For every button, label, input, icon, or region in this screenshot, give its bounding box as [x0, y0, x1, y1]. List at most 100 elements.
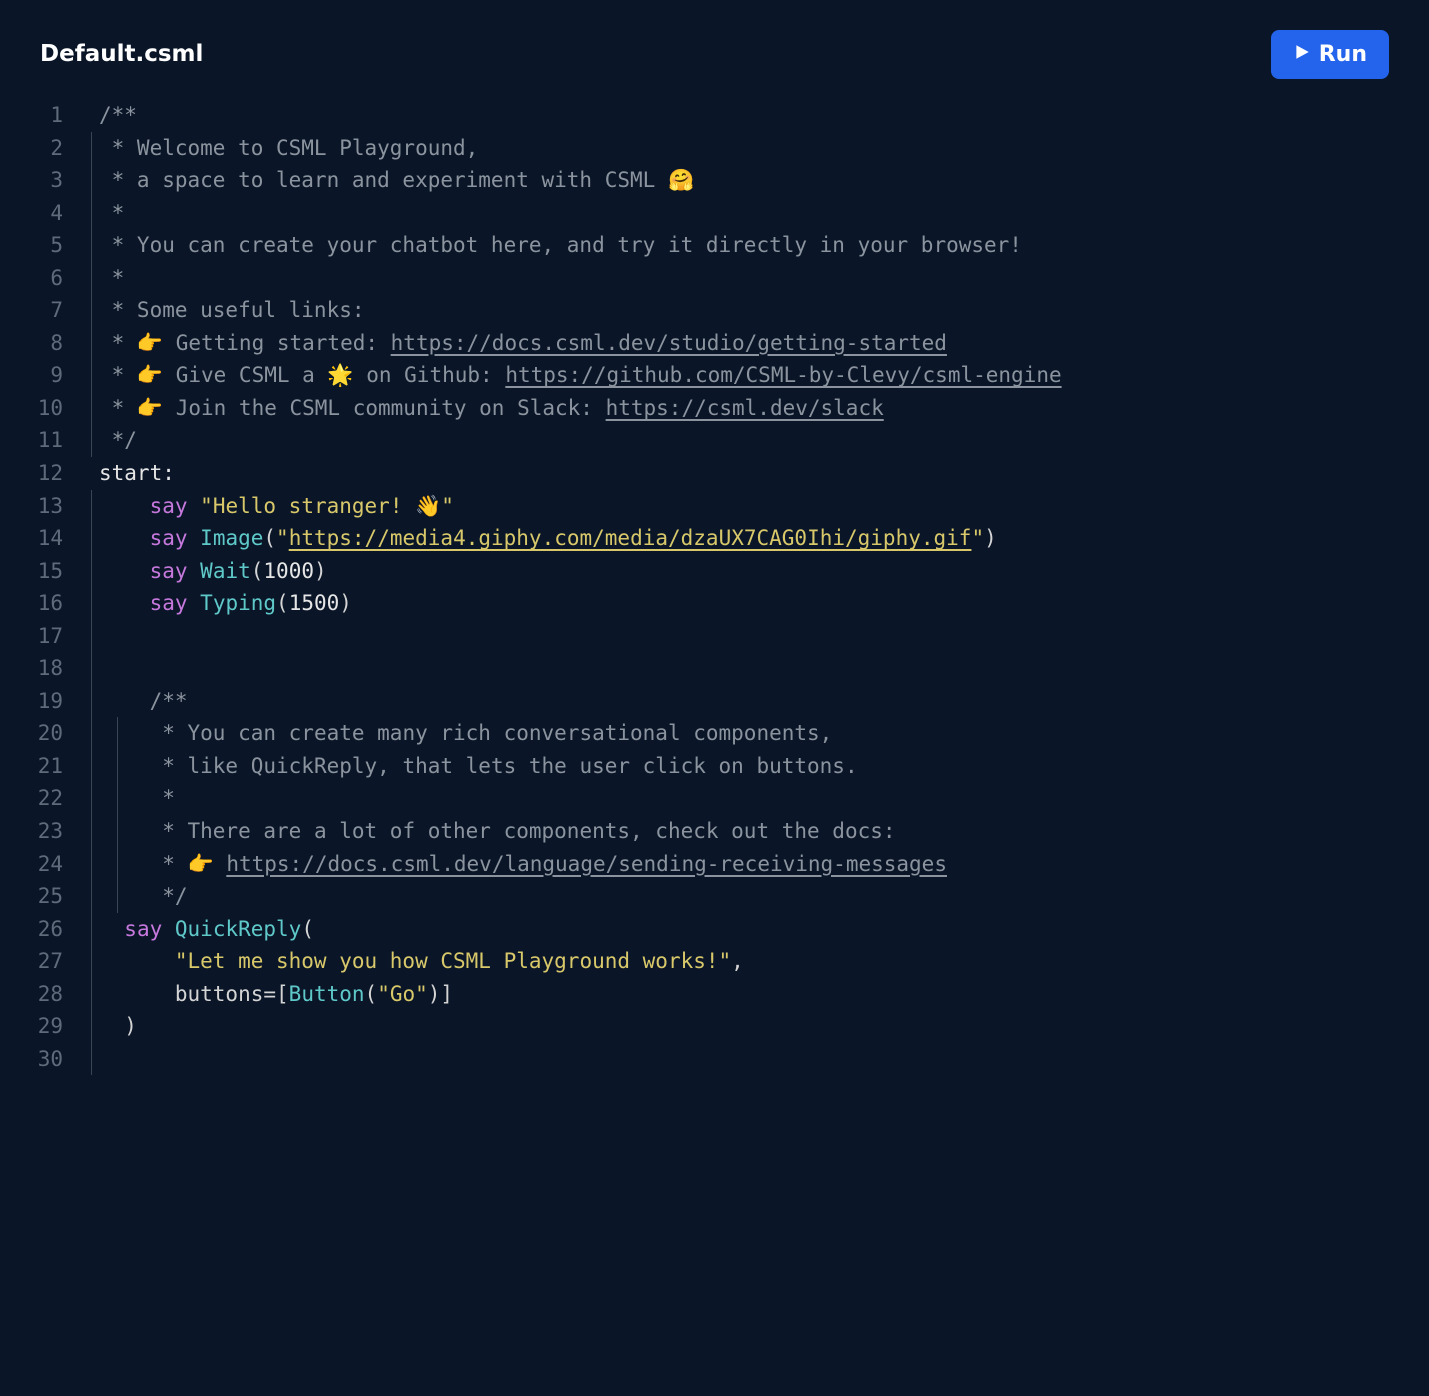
code-line[interactable]: 20 * You can create many rich conversati…: [0, 717, 1429, 750]
code-line[interactable]: 23 * There are a lot of other components…: [0, 815, 1429, 848]
token: Image: [200, 526, 263, 550]
code-line[interactable]: 4 *: [0, 197, 1429, 230]
code-line[interactable]: 12start:: [0, 457, 1429, 490]
indent-guide: [91, 132, 92, 165]
indent-guide: [91, 555, 92, 588]
code-content[interactable]: * Some useful links:: [85, 294, 1429, 327]
code-content[interactable]: * like QuickReply, that lets the user cl…: [85, 750, 1429, 783]
token: *: [99, 201, 124, 225]
code-line[interactable]: 24 * 👉 https://docs.csml.dev/language/se…: [0, 848, 1429, 881]
code-content[interactable]: [85, 620, 1429, 653]
token: ): [124, 1014, 137, 1038]
code-line[interactable]: 22 *: [0, 782, 1429, 815]
token: https://media4.giphy.com/media/dzaUX7CAG…: [289, 526, 972, 550]
run-button-label: Run: [1319, 42, 1367, 67]
line-number: 8: [0, 327, 85, 360]
indent-guide: [91, 490, 92, 523]
code-line[interactable]: 7 * Some useful links:: [0, 294, 1429, 327]
code-content[interactable]: * 👉 Join the CSML community on Slack: ht…: [85, 392, 1429, 425]
code-line[interactable]: 1/**: [0, 99, 1429, 132]
code-content[interactable]: * You can create your chatbot here, and …: [85, 229, 1429, 262]
token: * 👉 Getting started:: [99, 331, 391, 355]
token: ": [971, 526, 984, 550]
code-content[interactable]: say Typing(1500): [85, 587, 1429, 620]
code-line[interactable]: 17: [0, 620, 1429, 653]
code-content[interactable]: [85, 652, 1429, 685]
indent-guide: [91, 913, 92, 946]
code-content[interactable]: start:: [85, 457, 1429, 490]
line-number: 21: [0, 750, 85, 783]
indent-guide: [91, 327, 92, 360]
code-line[interactable]: 11 */: [0, 424, 1429, 457]
line-number: 15: [0, 555, 85, 588]
token: =[: [263, 982, 288, 1006]
indent-guide: [91, 685, 92, 718]
code-line[interactable]: 13 say "Hello stranger! 👋": [0, 490, 1429, 523]
code-content[interactable]: */: [85, 880, 1429, 913]
code-content[interactable]: * 👉 https://docs.csml.dev/language/sendi…: [85, 848, 1429, 881]
token: [188, 494, 201, 518]
code-content[interactable]: /**: [85, 685, 1429, 718]
indent-guide: [117, 815, 118, 848]
code-content[interactable]: say QuickReply(: [85, 913, 1429, 946]
code-line[interactable]: 26 say QuickReply(: [0, 913, 1429, 946]
token: */: [150, 884, 188, 908]
code-line[interactable]: 30: [0, 1043, 1429, 1076]
code-line[interactable]: 29 ): [0, 1010, 1429, 1043]
code-line[interactable]: 25 */: [0, 880, 1429, 913]
code-line[interactable]: 21 * like QuickReply, that lets the user…: [0, 750, 1429, 783]
code-line[interactable]: 19 /**: [0, 685, 1429, 718]
line-number: 17: [0, 620, 85, 653]
code-content[interactable]: * Welcome to CSML Playground,: [85, 132, 1429, 165]
code-content[interactable]: * You can create many rich conversationa…: [85, 717, 1429, 750]
code-line[interactable]: 6 *: [0, 262, 1429, 295]
code-content[interactable]: */: [85, 424, 1429, 457]
line-number: 5: [0, 229, 85, 262]
token: */: [99, 428, 137, 452]
line-number: 1: [0, 99, 85, 132]
code-content[interactable]: say Wait(1000): [85, 555, 1429, 588]
token: "Let me show you how CSML Playground wor…: [175, 949, 731, 973]
code-line[interactable]: 3 * a space to learn and experiment with…: [0, 164, 1429, 197]
indent-guide: [91, 880, 92, 913]
token: say: [150, 494, 188, 518]
code-content[interactable]: [85, 1043, 1429, 1076]
line-number: 11: [0, 424, 85, 457]
code-line[interactable]: 28 buttons=[Button("Go")]: [0, 978, 1429, 1011]
code-content[interactable]: buttons=[Button("Go")]: [85, 978, 1429, 1011]
code-content[interactable]: say Image("https://media4.giphy.com/medi…: [85, 522, 1429, 555]
code-line[interactable]: 5 * You can create your chatbot here, an…: [0, 229, 1429, 262]
code-content[interactable]: say "Hello stranger! 👋": [85, 490, 1429, 523]
code-line[interactable]: 14 say Image("https://media4.giphy.com/m…: [0, 522, 1429, 555]
code-line[interactable]: 2 * Welcome to CSML Playground,: [0, 132, 1429, 165]
code-line[interactable]: 18: [0, 652, 1429, 685]
line-number: 10: [0, 392, 85, 425]
code-line[interactable]: 16 say Typing(1500): [0, 587, 1429, 620]
code-line[interactable]: 27 "Let me show you how CSML Playground …: [0, 945, 1429, 978]
token: ): [984, 526, 997, 550]
line-number: 6: [0, 262, 85, 295]
code-editor[interactable]: 1/**2 * Welcome to CSML Playground,3 * a…: [0, 89, 1429, 1095]
code-content[interactable]: *: [85, 262, 1429, 295]
code-content[interactable]: * 👉 Give CSML a 🌟 on Github: https://git…: [85, 359, 1429, 392]
code-content[interactable]: ): [85, 1010, 1429, 1043]
code-content[interactable]: * 👉 Getting started: https://docs.csml.d…: [85, 327, 1429, 360]
code-content[interactable]: *: [85, 782, 1429, 815]
code-line[interactable]: 8 * 👉 Getting started: https://docs.csml…: [0, 327, 1429, 360]
token: 1500: [289, 591, 340, 615]
token: (: [301, 917, 314, 941]
token: buttons: [175, 982, 264, 1006]
code-content[interactable]: /**: [85, 99, 1429, 132]
token: "Go": [377, 982, 428, 1006]
code-content[interactable]: * There are a lot of other components, c…: [85, 815, 1429, 848]
token: QuickReply: [175, 917, 301, 941]
run-button[interactable]: Run: [1271, 30, 1389, 79]
code-content[interactable]: *: [85, 197, 1429, 230]
line-number: 28: [0, 978, 85, 1011]
code-line[interactable]: 10 * 👉 Join the CSML community on Slack:…: [0, 392, 1429, 425]
code-line[interactable]: 9 * 👉 Give CSML a 🌟 on Github: https://g…: [0, 359, 1429, 392]
code-content[interactable]: * a space to learn and experiment with C…: [85, 164, 1429, 197]
line-number: 3: [0, 164, 85, 197]
code-content[interactable]: "Let me show you how CSML Playground wor…: [85, 945, 1429, 978]
code-line[interactable]: 15 say Wait(1000): [0, 555, 1429, 588]
